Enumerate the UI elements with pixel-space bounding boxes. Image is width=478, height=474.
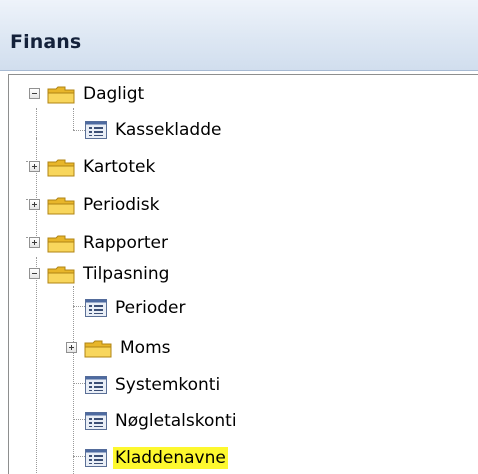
collapse-icon[interactable] — [29, 268, 40, 279]
tree-item-noegletalskonti[interactable]: Nøgletalskonti — [85, 408, 305, 436]
tree-item-label: Kladdenavne — [113, 447, 228, 469]
tree-item-label: Systemkonti — [115, 375, 221, 395]
collapse-icon[interactable] — [29, 88, 40, 99]
expand-icon[interactable] — [66, 342, 77, 353]
expand-icon[interactable] — [29, 237, 40, 248]
tree-item-label: Kartotek — [83, 157, 156, 177]
tree-item-label: Moms — [120, 338, 171, 358]
tree-item-label: Perioder — [115, 298, 186, 318]
folder-icon — [47, 266, 75, 284]
form-icon — [85, 412, 107, 430]
pane-header: Finans — [0, 0, 478, 71]
expand-icon[interactable] — [29, 161, 40, 172]
tree-item-label: Periodisk — [83, 195, 160, 215]
form-icon — [85, 299, 107, 317]
tree-item-tilpasning[interactable]: Tilpasning — [29, 261, 229, 289]
expand-icon[interactable] — [29, 199, 40, 210]
tree-item-rapporter[interactable]: Rapporter — [29, 230, 229, 258]
tree-item-label: Dagligt — [83, 84, 145, 104]
tree-item-systemkonti[interactable]: Systemkonti — [85, 372, 285, 400]
folder-icon — [47, 159, 75, 177]
folder-icon — [84, 340, 112, 358]
tree-item-kartotek[interactable]: Kartotek — [29, 154, 229, 182]
tree-item-moms[interactable]: Moms — [66, 335, 266, 363]
form-icon — [85, 449, 107, 467]
folder-icon — [47, 86, 75, 104]
tree-item-label: Tilpasning — [83, 264, 170, 284]
tree-item-perioder[interactable]: Perioder — [85, 295, 285, 323]
tree-item-dagligt[interactable]: Dagligt — [29, 81, 229, 109]
tree-item-kassekladde[interactable]: Kassekladde — [85, 117, 285, 145]
folder-icon — [47, 235, 75, 253]
tree-item-label: Kassekladde — [115, 120, 222, 140]
pane-title: Finans — [10, 31, 82, 53]
tree-item-label: Nøgletalskonti — [115, 411, 237, 431]
folder-icon — [47, 197, 75, 215]
tree-item-label: Rapporter — [83, 233, 168, 253]
menu-tree: Dagligt Kassekladde Kartotek Periodisk R… — [8, 74, 478, 474]
form-icon — [85, 121, 107, 139]
tree-item-kladdenavne[interactable]: Kladdenavne — [85, 445, 305, 473]
navigation-pane: Finans Dagligt Kassekladde Kartotek Peri… — [0, 0, 478, 474]
form-icon — [85, 376, 107, 394]
tree-item-periodisk[interactable]: Periodisk — [29, 192, 229, 220]
